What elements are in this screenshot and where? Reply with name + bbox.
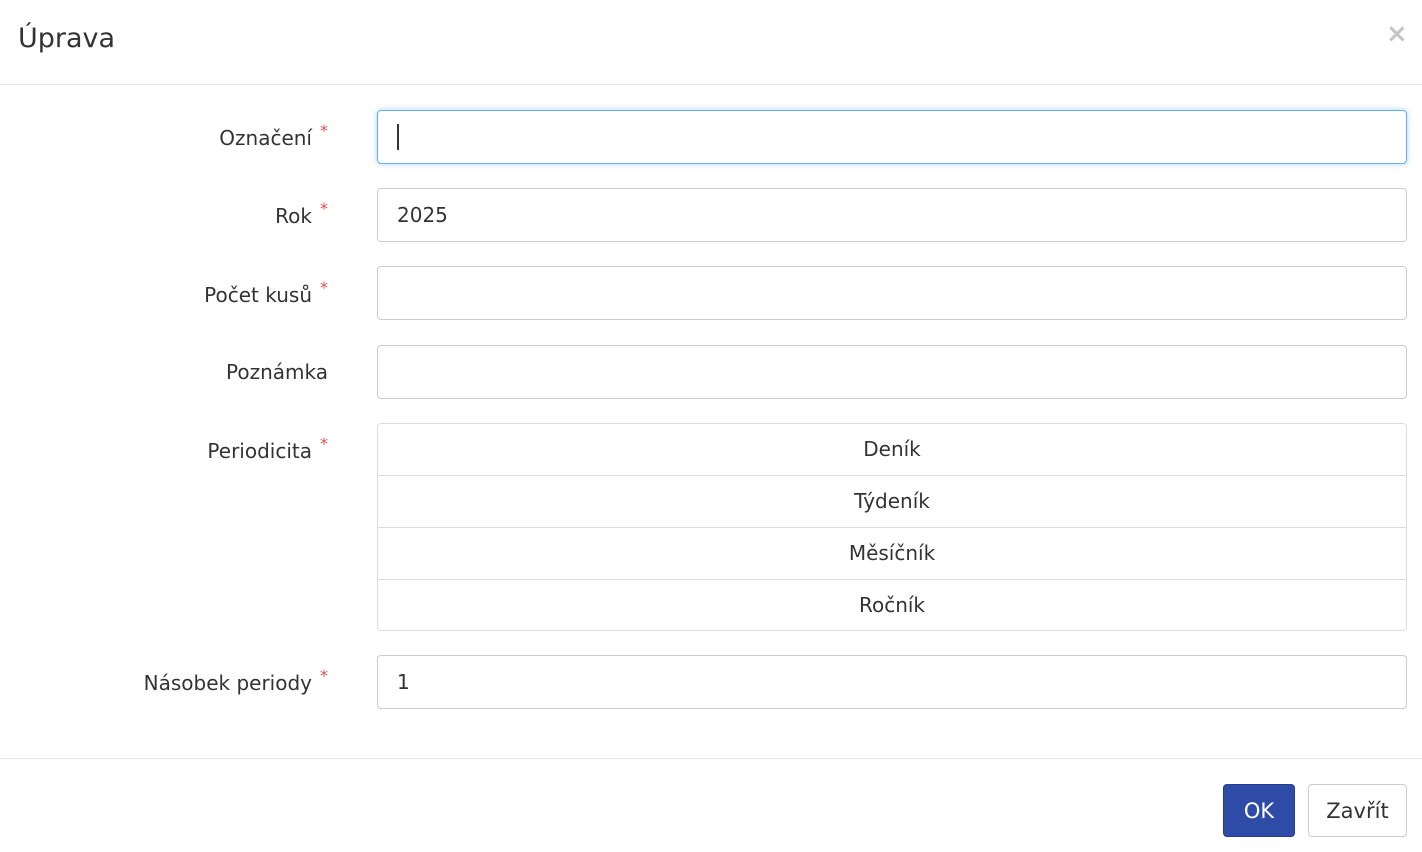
rok-input[interactable] [377,188,1407,242]
periodicita-label-text: Periodicita [207,439,312,463]
poznamka-label: Poznámka [226,358,328,386]
oznaceni-input[interactable] [377,110,1407,164]
pocet-kusu-label: Počet kusů * [204,278,328,311]
oznaceni-label: Označení * [219,121,328,154]
dialog-footer: OK Zavřít [0,758,1422,852]
required-mark: * [320,434,328,453]
required-mark: * [320,121,328,140]
nasobek-periody-label: Násobek periody * [143,666,328,699]
nasobek-periody-label-text: Násobek periody [143,671,312,695]
periodicita-option-tydenik[interactable]: Týdeník [378,476,1406,528]
pocet-kusu-input[interactable] [377,266,1407,320]
dialog-header: Úprava × [0,0,1422,85]
close-button[interactable]: Zavřít [1308,784,1407,837]
ok-button[interactable]: OK [1223,784,1295,837]
rok-label: Rok * [275,199,328,232]
pocet-kusu-label-text: Počet kusů [204,283,312,307]
text-caret [397,124,399,150]
periodicita-label: Periodicita * [207,434,328,467]
nasobek-periody-input[interactable] [377,655,1407,709]
oznaceni-label-text: Označení [219,126,312,150]
periodicita-option-mesicnik[interactable]: Měsíčník [378,528,1406,580]
rok-label-text: Rok [275,204,312,228]
required-mark: * [320,666,328,685]
edit-dialog: Úprava × Označení * Rok * Počet kusů * Pozn… [0,0,1422,852]
close-icon[interactable]: × [1386,21,1408,47]
required-mark: * [320,278,328,297]
required-mark: * [320,199,328,218]
periodicita-option-rocnik[interactable]: Ročník [378,580,1406,630]
dialog-title: Úprava [18,23,116,54]
poznamka-label-text: Poznámka [226,360,328,384]
poznamka-input[interactable] [377,345,1407,399]
periodicita-option-denik[interactable]: Deník [378,424,1406,476]
periodicita-list: Deník Týdeník Měsíčník Ročník [377,423,1407,631]
